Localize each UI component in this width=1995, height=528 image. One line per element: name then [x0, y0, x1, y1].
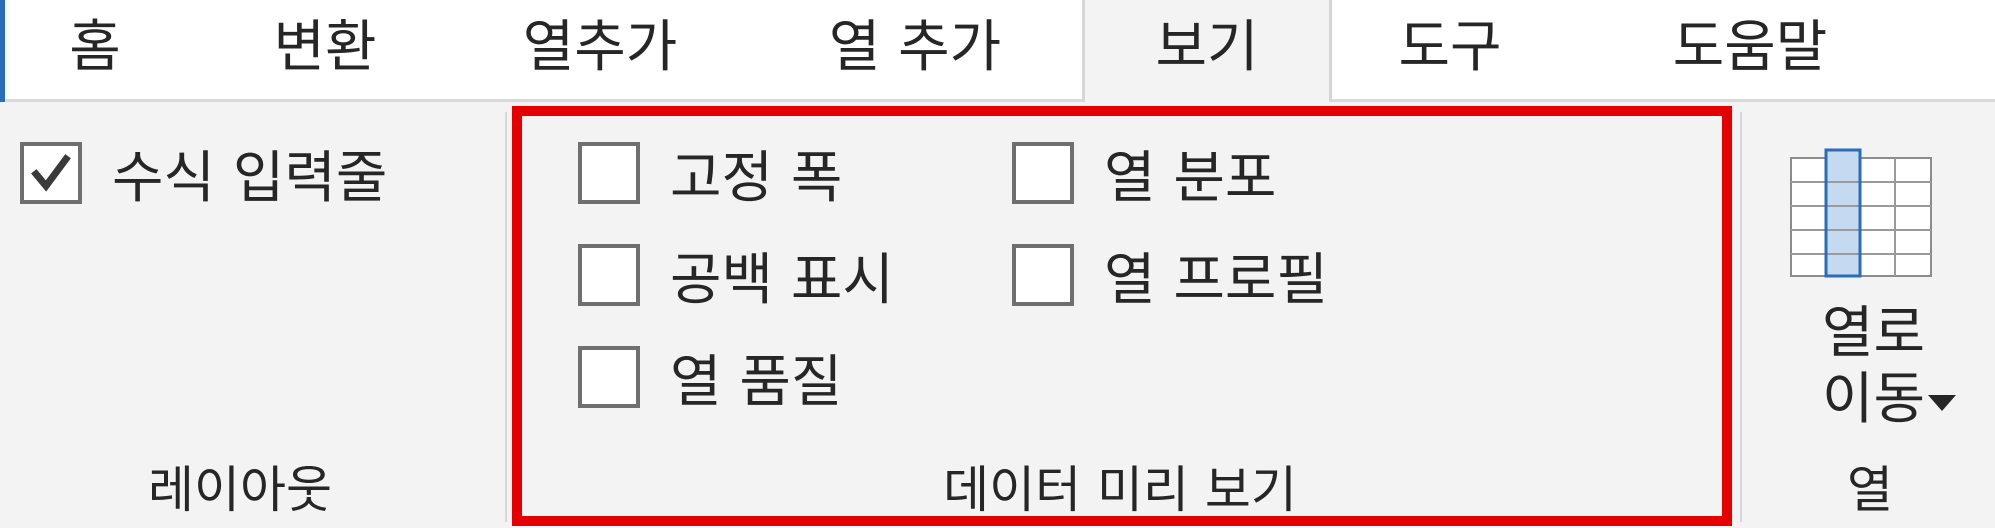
column-grid-icon	[1790, 148, 1932, 278]
accent-bar	[0, 0, 5, 102]
column-profile-checkbox[interactable]: 열 프로필	[1012, 240, 1328, 313]
checkbox[interactable]	[1012, 244, 1074, 306]
column-distribution-label: 열 분포	[1104, 145, 1277, 211]
checkmark-icon	[31, 154, 71, 192]
go-to-column-button[interactable]: 열로 이동	[1752, 140, 1995, 440]
tab-view[interactable]: 보기	[1082, 0, 1332, 102]
checkbox[interactable]	[20, 142, 82, 204]
tab-add-column-2[interactable]: 열 추가	[800, 0, 1030, 99]
ribbon-tab-bar: 홈 변환 열추가 열 추가 보기 도구 도움말	[0, 0, 1995, 102]
column-distribution-checkbox[interactable]: 열 분포	[1012, 138, 1276, 211]
monospace-checkbox[interactable]: 고정 폭	[578, 138, 842, 211]
formula-bar-label: 수식 입력줄	[112, 145, 388, 211]
go-to-column-label-line1: 열로	[1821, 301, 1926, 366]
go-to-column-label-line2: 이동	[1821, 367, 1926, 432]
show-whitespace-checkbox[interactable]: 공백 표시	[578, 240, 894, 313]
group-separator	[1740, 112, 1742, 522]
column-quality-checkbox[interactable]: 열 품질	[578, 342, 842, 415]
show-whitespace-label: 공백 표시	[670, 247, 894, 313]
monospace-label: 고정 폭	[670, 145, 843, 211]
checkbox[interactable]	[578, 142, 640, 204]
dropdown-caret-icon	[1928, 395, 1956, 411]
tab-tools[interactable]: 도구	[1380, 0, 1520, 99]
group-label-columns: 열	[1847, 461, 1893, 519]
checkbox[interactable]	[578, 244, 640, 306]
tab-help[interactable]: 도움말	[1640, 0, 1860, 99]
formula-bar-checkbox[interactable]: 수식 입력줄	[20, 138, 387, 211]
group-label-layout: 레이아웃	[148, 461, 332, 519]
tab-home[interactable]: 홈	[40, 0, 150, 99]
checkbox[interactable]	[578, 346, 640, 408]
column-quality-label: 열 품질	[670, 349, 843, 415]
group-separator	[505, 112, 507, 522]
group-label-data-preview: 데이터 미리 보기	[943, 461, 1297, 519]
tab-add-column-1[interactable]: 열추가	[500, 0, 700, 99]
tab-transform[interactable]: 변환	[240, 0, 410, 99]
column-profile-label: 열 프로필	[1104, 247, 1328, 313]
checkbox[interactable]	[1012, 142, 1074, 204]
